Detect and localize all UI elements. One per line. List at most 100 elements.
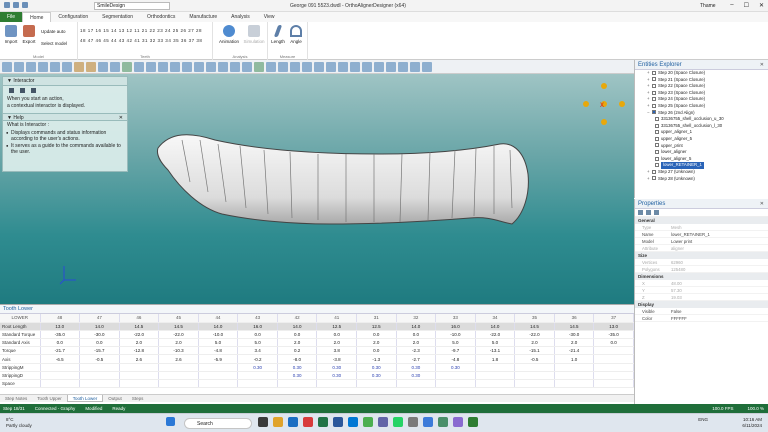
table-cell[interactable] xyxy=(40,363,81,372)
tab-output[interactable]: Output xyxy=(103,395,127,402)
table-cell[interactable]: 14.0 xyxy=(475,322,516,331)
tab-file[interactable]: File xyxy=(0,12,23,22)
table-cell[interactable]: 14.0 xyxy=(396,322,437,331)
perspective-icon[interactable] xyxy=(134,61,144,72)
table-cell[interactable]: 14.0 xyxy=(79,322,120,331)
tree-child-selected[interactable]: lower_RETAINER_1 xyxy=(647,162,768,169)
table-cell[interactable]: -8.0 xyxy=(277,354,318,364)
table-cell[interactable]: 14.5 xyxy=(554,322,595,331)
simulation-button[interactable]: Simulation xyxy=(242,25,266,44)
app-icon[interactable] xyxy=(453,417,463,427)
table-row[interactable]: Axis -6.5 -0.5 2.6 2.6 -5.9 -0.2 -8.0 -3.8 -1.3 -2… xyxy=(0,354,634,364)
table-cell[interactable]: 2.0 xyxy=(554,338,595,348)
table-cell[interactable] xyxy=(514,371,555,381)
table-cell[interactable]: -1.3 xyxy=(356,354,397,364)
table-cell[interactable]: 2.0 xyxy=(356,338,397,348)
outlook-icon[interactable] xyxy=(348,417,358,427)
table-cell[interactable]: 0.30 xyxy=(316,363,357,372)
upper-teeth-row[interactable]: 18 17 16 15 14 13 12 11 21 22 23 24 25 2… xyxy=(80,26,202,36)
property-row[interactable]: Y 57.30 xyxy=(635,287,768,294)
select-model-dropdown[interactable]: Select model xyxy=(41,41,67,46)
table-cell[interactable]: 0.30 xyxy=(396,371,437,381)
wireframe-icon[interactable] xyxy=(146,61,156,72)
table-header[interactable]: 33 xyxy=(435,314,476,323)
tree-item[interactable]: − Step 26 (2nd Align) xyxy=(647,110,768,117)
reset-icon[interactable] xyxy=(422,61,432,72)
upper-jaw-icon[interactable] xyxy=(74,61,84,72)
monitor-icon[interactable] xyxy=(20,88,25,93)
lower-jaw-icon[interactable] xyxy=(86,61,96,72)
table-cell[interactable]: 5.0 xyxy=(475,338,516,348)
file-explorer-icon[interactable] xyxy=(273,417,283,427)
table-cell[interactable] xyxy=(198,363,239,372)
tree-child[interactable]: upper_aligner_5 xyxy=(647,136,768,143)
table-cell[interactable] xyxy=(514,379,555,389)
table-cell[interactable] xyxy=(40,379,81,389)
tree-item[interactable]: + Step 21 (Space Closure) xyxy=(647,77,768,84)
table-cell[interactable] xyxy=(316,379,357,389)
table-cell[interactable]: 0.30 xyxy=(356,371,397,381)
tree-child[interactable]: upper_print xyxy=(647,143,768,150)
tab-analysis[interactable]: Analysis xyxy=(224,12,257,22)
table-header[interactable]: 35 xyxy=(514,314,555,323)
table-cell[interactable] xyxy=(554,379,595,389)
weather-widget[interactable]: 8°C Partly cloudy xyxy=(6,417,32,429)
tree-child[interactable]: upper_aligner_1 xyxy=(647,129,768,136)
table-cell[interactable]: 0.30 xyxy=(356,363,397,372)
word-icon[interactable] xyxy=(333,417,343,427)
table-cell[interactable]: 14.0 xyxy=(198,322,239,331)
table-cell[interactable]: -10.3 xyxy=(158,346,199,356)
table-cell[interactable]: 1.0 xyxy=(554,354,595,364)
table-header[interactable]: 37 xyxy=(593,314,634,323)
arch-icon[interactable] xyxy=(266,61,276,72)
table-cell[interactable] xyxy=(435,379,476,389)
table-cell[interactable]: 14.5 xyxy=(158,322,199,331)
table-cell[interactable]: 0.0 xyxy=(593,338,634,348)
camera-icon[interactable] xyxy=(398,61,408,72)
aligner-arch[interactable] xyxy=(157,134,529,225)
ortho-app-icon[interactable] xyxy=(468,417,478,427)
table-cell[interactable]: 1.8 xyxy=(475,354,516,364)
tab-orthodontics[interactable]: Orthodontics xyxy=(140,12,182,22)
table-cell[interactable]: 2.0 xyxy=(514,338,555,348)
user-name[interactable]: Thame xyxy=(700,3,716,9)
view-left-icon[interactable] xyxy=(26,61,36,72)
orientation-gizmo[interactable]: x xyxy=(583,83,625,125)
tab-configuration[interactable]: Configuration xyxy=(51,12,95,22)
tree-item[interactable]: + Step 28 (Unknown) xyxy=(647,176,768,183)
table-header[interactable]: 41 xyxy=(316,314,357,323)
lower-teeth-row[interactable]: 48 47 46 45 44 43 42 41 31 32 33 34 35 3… xyxy=(80,36,202,46)
table-cell[interactable]: -22.0 xyxy=(514,330,555,340)
property-row[interactable]: Attribute aligner xyxy=(635,245,768,252)
table-cell[interactable] xyxy=(475,379,516,389)
table-cell[interactable] xyxy=(593,379,634,389)
table-cell[interactable] xyxy=(198,379,239,389)
table-row[interactable]: StrippingM 0.30 0.30 0.30 0.30 0.30 0.30 xyxy=(0,363,634,372)
solid-icon[interactable] xyxy=(158,61,168,72)
table-cell[interactable] xyxy=(79,363,120,372)
table-header[interactable]: 42 xyxy=(277,314,318,323)
attachments-icon[interactable] xyxy=(290,61,300,72)
alphabetical-icon[interactable] xyxy=(646,210,651,215)
table-cell[interactable] xyxy=(554,371,595,381)
close-icon[interactable]: ✕ xyxy=(119,114,123,122)
table-cell[interactable]: 0.2 xyxy=(277,346,318,356)
property-section[interactable]: Display xyxy=(635,301,768,308)
table-cell[interactable] xyxy=(277,379,318,389)
table-cell[interactable]: -30.0 xyxy=(79,330,120,340)
table-icon[interactable] xyxy=(254,61,264,72)
table-header[interactable]: 45 xyxy=(158,314,199,323)
app-icon[interactable] xyxy=(438,417,448,427)
table-cell[interactable]: 0.30 xyxy=(396,363,437,372)
table-header[interactable]: 34 xyxy=(475,314,516,323)
chrome-icon[interactable] xyxy=(363,417,373,427)
table-cell[interactable] xyxy=(593,363,634,372)
table-cell[interactable] xyxy=(119,363,160,372)
table-cell[interactable] xyxy=(237,371,278,381)
table-cell[interactable]: 14.5 xyxy=(119,322,160,331)
table-cell[interactable]: 2.6 xyxy=(158,354,199,364)
table-cell[interactable]: 2.0 xyxy=(396,338,437,348)
table-cell[interactable]: 0.0 xyxy=(40,338,81,348)
gum-icon[interactable] xyxy=(350,61,360,72)
property-value[interactable]: 48.00 xyxy=(671,280,768,286)
